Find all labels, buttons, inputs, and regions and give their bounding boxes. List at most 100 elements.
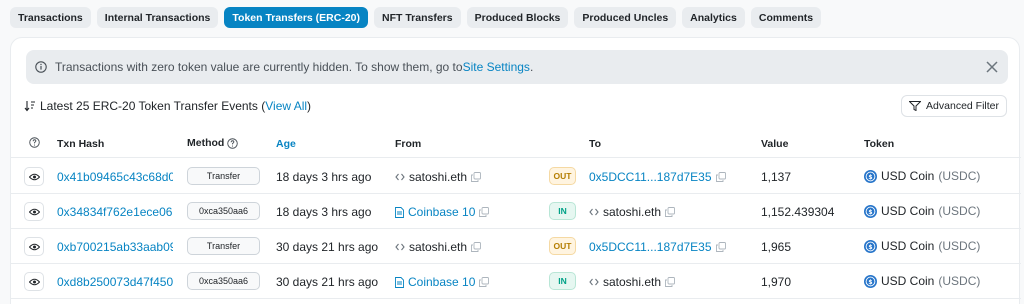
tab-produced-blocks[interactable]: Produced Blocks [466, 7, 569, 28]
copy-icon[interactable] [665, 207, 675, 217]
direction-badge: OUT [549, 237, 576, 255]
column-to: To [589, 138, 602, 150]
to-label: 0x5DCC11...187d7E35 [589, 170, 712, 184]
tab-comments[interactable]: Comments [750, 7, 822, 28]
advanced-filter-button[interactable]: Advanced Filter [901, 95, 1007, 117]
table-row: 0xb700215ab33aab09 Transfer 30 days 21 h… [11, 229, 1021, 264]
help-icon[interactable] [29, 137, 40, 148]
from-address[interactable]: Coinbase 10 [395, 205, 490, 219]
token-name: USD Coin [881, 169, 935, 183]
copy-icon[interactable] [665, 277, 675, 287]
table-header: Txn Hash Method Age From To Value Token [11, 128, 1021, 158]
token-link[interactable]: $ USD Coin (USDC) [864, 239, 980, 253]
txn-hash-link[interactable]: 0xb700215ab33aab09 [57, 240, 173, 254]
column-txn-hash: Txn Hash [57, 138, 105, 150]
copy-icon[interactable] [471, 172, 481, 182]
svg-text:$: $ [868, 243, 872, 250]
column-from: From [395, 138, 422, 150]
tab-transactions[interactable]: Transactions [10, 7, 91, 28]
copy-icon[interactable] [471, 242, 481, 252]
age-cell: 30 days 21 hrs ago [276, 240, 379, 254]
token-symbol: (USDC) [938, 204, 981, 218]
table-row: 0x34834f762e1ece065 0xca350aa6 18 days 3… [11, 194, 1021, 229]
tab-internal-transactions[interactable]: Internal Transactions [96, 7, 219, 28]
direction-badge: OUT [549, 167, 576, 185]
direction-badge: IN [549, 202, 576, 220]
eye-icon [28, 278, 40, 286]
usdc-icon: $ [864, 204, 877, 218]
age-cell: 30 days 21 hrs ago [276, 275, 379, 289]
to-address[interactable]: 0x5DCC11...187d7E35 [589, 240, 726, 254]
table-row: 0x41b09465c43c68d0 Transfer 18 days 3 hr… [11, 159, 1021, 194]
view-details-button[interactable] [24, 167, 44, 186]
from-address[interactable]: satoshi.eth [395, 170, 481, 184]
summary-suffix: ) [307, 99, 312, 113]
contract-icon [395, 242, 405, 252]
age-cell: 18 days 3 hrs ago [276, 170, 372, 184]
svg-text:$: $ [868, 208, 872, 215]
age-cell: 18 days 3 hrs ago [276, 205, 372, 219]
alert-suffix: . [529, 60, 534, 74]
method-info-icon[interactable] [227, 137, 239, 149]
from-address[interactable]: Coinbase 10 [395, 275, 490, 289]
from-label: Coinbase 10 [408, 205, 476, 219]
to-address[interactable]: 0x5DCC11...187d7E35 [589, 170, 726, 184]
document-icon [395, 276, 404, 288]
tab-analytics[interactable]: Analytics [682, 7, 745, 28]
svg-text:$: $ [868, 278, 872, 285]
advanced-filter-label: Advanced Filter [926, 100, 999, 112]
method-badge: 0xca350aa6 [187, 272, 260, 290]
copy-icon[interactable] [479, 277, 490, 287]
site-settings-link[interactable]: Site Settings [463, 60, 530, 74]
view-details-button[interactable] [24, 202, 44, 221]
token-name: USD Coin [881, 239, 935, 253]
usdc-icon: $ [864, 169, 877, 183]
value-cell: 1,152.439304 [761, 205, 835, 219]
tab-produced-uncles[interactable]: Produced Uncles [574, 7, 677, 28]
column-method: Method [187, 137, 239, 149]
column-age[interactable]: Age [276, 138, 296, 150]
method-badge: 0xca350aa6 [187, 202, 260, 220]
method-badge: Transfer [187, 237, 260, 255]
view-details-button[interactable] [24, 237, 44, 256]
txn-hash-link[interactable]: 0x34834f762e1ece065 [57, 205, 173, 219]
view-all-link[interactable]: View All [265, 99, 307, 113]
value-cell: 1,970 [761, 275, 792, 289]
summary-text: Latest 25 ERC-20 Token Transfer Events ( [40, 99, 266, 113]
token-symbol: (USDC) [938, 274, 981, 288]
to-address[interactable]: satoshi.eth [589, 275, 675, 289]
column-token: Token [864, 138, 895, 150]
usdc-icon: $ [864, 274, 877, 288]
eye-icon [28, 208, 40, 216]
copy-icon[interactable] [715, 172, 726, 182]
to-label: satoshi.eth [603, 205, 662, 219]
from-label: satoshi.eth [409, 240, 468, 254]
table-row: 0xd8b250073d47f450c 0xca350aa6 30 days 2… [11, 264, 1021, 299]
sort-icon [24, 100, 36, 112]
copy-icon[interactable] [479, 207, 490, 217]
zero-value-alert: Transactions with zero token value are c… [26, 50, 1008, 84]
token-link[interactable]: $ USD Coin (USDC) [864, 204, 980, 218]
close-icon[interactable] [984, 59, 1000, 75]
contract-icon [589, 277, 599, 287]
eye-icon [28, 173, 40, 181]
tab-bar: Transactions Internal Transactions Token… [10, 7, 822, 28]
to-address[interactable]: satoshi.eth [589, 205, 675, 219]
alert-text: Transactions with zero token value are c… [55, 60, 463, 74]
tab-token-transfers[interactable]: Token Transfers (ERC-20) [224, 7, 368, 28]
copy-icon[interactable] [715, 242, 726, 252]
column-method-label: Method [187, 137, 225, 149]
from-address[interactable]: satoshi.eth [395, 240, 481, 254]
token-link[interactable]: $ USD Coin (USDC) [864, 274, 980, 288]
eye-icon [28, 243, 40, 251]
token-symbol: (USDC) [938, 239, 981, 253]
transfers-card: Transactions with zero token value are c… [10, 37, 1021, 304]
from-label: satoshi.eth [409, 170, 468, 184]
tab-nft-transfers[interactable]: NFT Transfers [374, 7, 461, 28]
token-link[interactable]: $ USD Coin (USDC) [864, 169, 980, 183]
column-value: Value [761, 138, 789, 150]
value-cell: 1,965 [761, 240, 792, 254]
view-details-button[interactable] [24, 272, 44, 291]
txn-hash-link[interactable]: 0x41b09465c43c68d0 [57, 170, 173, 184]
txn-hash-link[interactable]: 0xd8b250073d47f450c [57, 275, 173, 289]
